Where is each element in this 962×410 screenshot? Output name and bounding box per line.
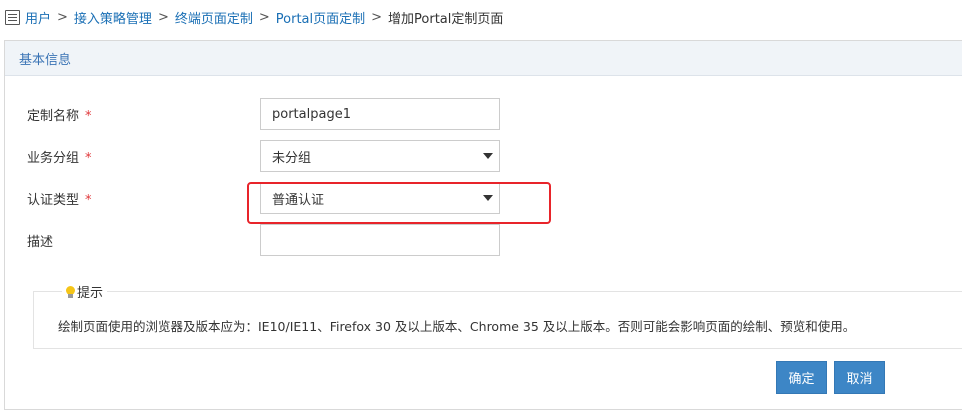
name-field[interactable] (260, 98, 500, 130)
panel-title: 基本信息 (5, 41, 962, 76)
caret-down-icon (483, 195, 493, 201)
breadcrumb-current: 增加Portal定制页面 (388, 11, 504, 27)
name-label: 定制名称 (27, 108, 80, 124)
breadcrumb-link-terminal-page[interactable]: 终端页面定制 (175, 8, 253, 27)
lightbulb-icon (66, 285, 75, 298)
description-label: 描述 (27, 234, 54, 250)
basic-info-panel: 基本信息 定制名称 * 业务分组 * 未分组 认证类型 * 普通认证 描述 (4, 40, 962, 410)
form-row-auth-type: 认证类型 * (27, 182, 261, 214)
description-input[interactable] (272, 225, 499, 255)
auth-type-select[interactable]: 普通认证 (260, 182, 500, 214)
breadcrumb-link-access-policy[interactable]: 接入策略管理 (74, 8, 152, 27)
required-mark: * (85, 192, 92, 208)
tip-text: 绘制页面使用的浏览器及版本应为：IE10/IE11、Firefox 30 及以上… (58, 319, 856, 334)
breadcrumb-separator: > (57, 9, 68, 25)
tip-legend: 提示 (62, 282, 108, 301)
breadcrumb: 用户 > 接入策略管理 > 终端页面定制 > Portal页面定制 > 增加Po… (0, 0, 962, 34)
caret-down-icon (483, 153, 493, 159)
group-label: 业务分组 (27, 150, 80, 166)
cancel-button[interactable]: 取消 (834, 361, 885, 394)
form-row-name: 定制名称 * (27, 98, 261, 130)
breadcrumb-link-portal-page[interactable]: Portal页面定制 (276, 8, 365, 27)
auth-type-select-value: 普通认证 (272, 192, 325, 208)
breadcrumb-separator: > (371, 9, 383, 25)
breadcrumb-separator: > (157, 9, 169, 25)
auth-type-label: 认证类型 (27, 192, 80, 208)
breadcrumb-separator: > (258, 9, 270, 25)
form-row-group: 业务分组 * (27, 140, 261, 172)
required-mark: * (85, 150, 92, 166)
group-select[interactable]: 未分组 (260, 140, 500, 172)
description-field[interactable] (260, 224, 500, 256)
form-row-description: 描述 (27, 224, 261, 256)
required-mark: * (85, 108, 92, 124)
name-input[interactable] (272, 99, 499, 129)
tip-box: 提示 绘制页面使用的浏览器及版本应为：IE10/IE11、Firefox 30 … (33, 282, 962, 349)
group-select-value: 未分组 (272, 150, 312, 166)
breadcrumb-link-user[interactable]: 用户 (25, 8, 51, 27)
ok-button[interactable]: 确定 (776, 361, 827, 394)
page-icon (5, 9, 20, 25)
tip-title: 提示 (77, 286, 104, 301)
